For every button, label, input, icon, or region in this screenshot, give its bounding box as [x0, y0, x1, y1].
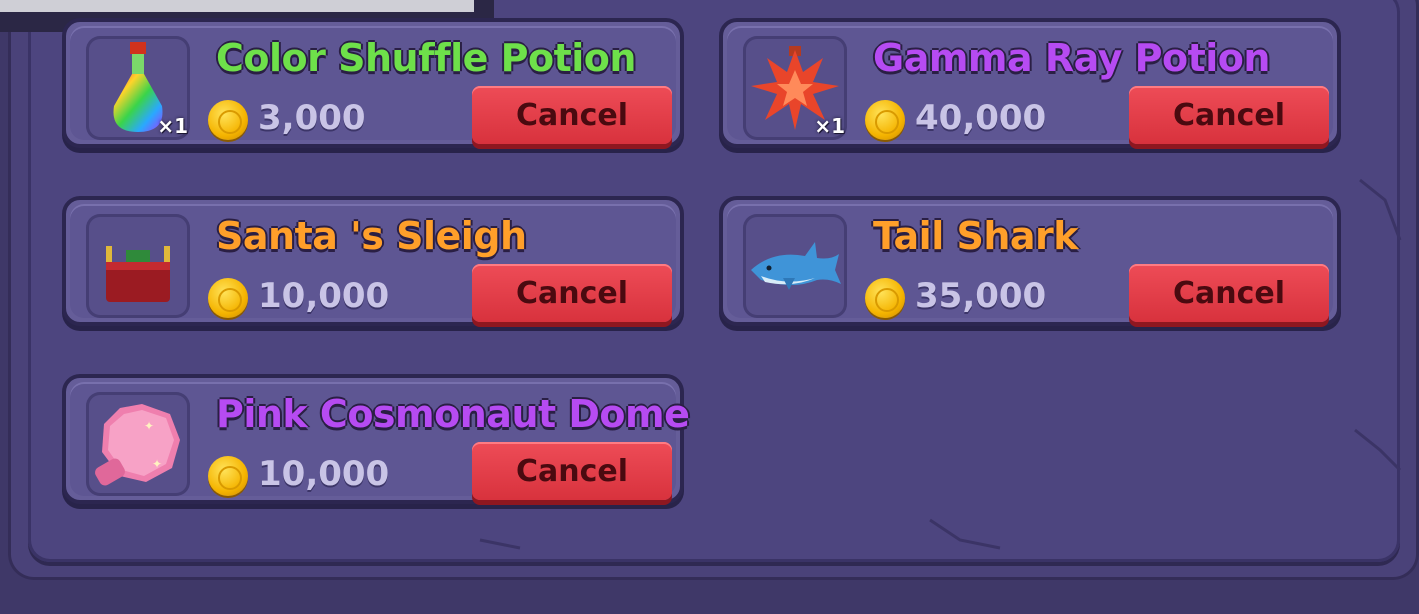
sleigh-icon: [106, 246, 170, 302]
item-price: 35,000: [915, 276, 1047, 316]
listing-card-color-shuffle-potion: ×1 Color Shuffle Potion 3,000 Cancel: [62, 18, 684, 148]
coin-icon: [208, 100, 248, 140]
item-price: 10,000: [258, 454, 390, 494]
pink-dome-icon: ✦ ✦: [95, 404, 180, 486]
listing-card-pink-cosmonaut-dome: ✦ ✦ Pink Cosmonaut Dome 10,000 Cancel: [62, 374, 690, 504]
cancel-button[interactable]: Cancel: [472, 264, 672, 322]
coin-icon: [208, 278, 248, 318]
coin-icon: [865, 100, 905, 140]
item-icon-slot: ✦ ✦: [86, 392, 190, 496]
quantity-label: ×1: [814, 114, 845, 138]
listing-card-santas-sleigh: Santa 's Sleigh 10,000 Cancel: [62, 196, 684, 326]
item-name: Gamma Ray Potion: [873, 36, 1270, 80]
quantity-label: ×1: [157, 114, 188, 138]
item-price: 10,000: [258, 276, 390, 316]
cancel-button[interactable]: Cancel: [472, 86, 672, 144]
shark-icon: [751, 242, 841, 290]
top-overlay-highlight: [0, 0, 474, 12]
coin-icon: [865, 278, 905, 318]
cancel-button[interactable]: Cancel: [472, 442, 672, 500]
item-name: Pink Cosmonaut Dome: [216, 392, 690, 436]
svg-text:✦: ✦: [144, 419, 154, 433]
item-icon-slot: [86, 214, 190, 318]
item-name: Santa 's Sleigh: [216, 214, 527, 258]
coin-icon: [208, 456, 248, 496]
item-price: 40,000: [915, 98, 1047, 138]
item-price: 3,000: [258, 98, 366, 138]
item-name: Color Shuffle Potion: [216, 36, 636, 80]
item-icon-slot: ×1: [86, 36, 190, 140]
item-icon-slot: ×1: [743, 36, 847, 140]
item-icon-slot: [743, 214, 847, 318]
item-name: Tail Shark: [873, 214, 1079, 258]
listing-card-gamma-ray-potion: ×1 Gamma Ray Potion 40,000 Cancel: [719, 18, 1341, 148]
svg-text:✦: ✦: [152, 457, 162, 471]
cancel-button[interactable]: Cancel: [1129, 264, 1329, 322]
cancel-button[interactable]: Cancel: [1129, 86, 1329, 144]
listing-card-tail-shark: Tail Shark 35,000 Cancel: [719, 196, 1341, 326]
